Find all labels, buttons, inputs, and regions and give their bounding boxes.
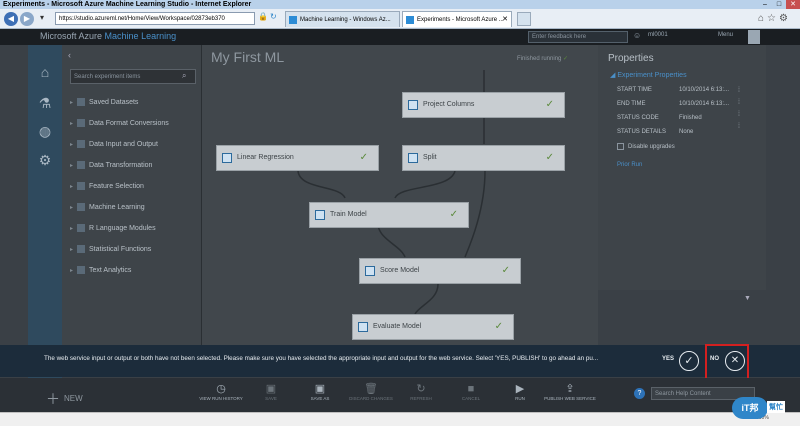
section-label: Experiment Properties [617,72,687,79]
cancel-button[interactable]: ■ CANCEL [444,382,498,401]
module-node-score-model[interactable]: Score Model ✓ [359,258,521,284]
module-icon [365,266,375,276]
check-icon: ✓ [501,265,510,276]
discard-changes-button[interactable]: 🗑 DISCARD CHANGES [344,382,398,401]
prior-run-link[interactable]: Prior Run [617,162,642,168]
view-run-history-button[interactable]: ◷ VIEW RUN HISTORY [194,382,248,401]
module-node-evaluate-model[interactable]: Evaluate Model ✓ [352,314,514,340]
check-icon: ✓ [545,152,554,163]
module-node-project-columns[interactable]: Project Columns ✓ [402,92,565,118]
module-icon [408,100,418,110]
node-label: Project Columns [423,101,475,108]
yes-label: YES [662,356,675,362]
module-node-train-model[interactable]: Train Model ✓ [309,202,469,228]
chevron-down-icon[interactable]: ▼ [744,295,751,302]
new-button[interactable]: ＋ NEW [46,389,83,409]
more-indicator-icons: ⁞ ⁞ ⁞ ⁞ [738,87,740,130]
module-icon [222,153,232,163]
check-icon: ✓ [545,99,554,110]
save-button[interactable]: ▣ SAVE [244,382,298,401]
command-label: PUBLISH WEB SERVICE [544,396,596,401]
command-label: SAVE AS [310,396,330,401]
command-label: SAVE [265,396,277,401]
check-icon: ✓ [494,321,503,332]
node-label: Train Model [330,211,367,218]
run-button[interactable]: ▶ RUN [493,382,547,401]
check-icon: ✓ [684,355,694,367]
module-icon [358,322,368,332]
check-icon: ✓ [449,209,458,220]
dialog-message: The web service input or output or both … [44,355,599,362]
edge-split-train [394,170,456,199]
refresh-icon: ↻ [416,383,426,395]
edge-train-score [377,224,406,258]
command-label: VIEW RUN HISTORY [199,396,243,401]
disable-upgrades-checkbox[interactable]: Disable upgrades [617,143,675,150]
node-label: Score Model [380,267,420,274]
experiment-properties-header[interactable]: ◢ Experiment Properties [610,71,687,79]
publish-web-service-button[interactable]: ⇪ PUBLISH WEB SERVICE [543,382,597,401]
ithome-logo: iT邦 [732,397,768,419]
new-label: NEW [64,394,83,404]
browser-status-bar [0,412,800,426]
check-icon: ✓ [359,152,368,163]
prop-value: 10/10/2014 6:13:... [679,101,730,107]
save-as-button[interactable]: ▣ SAVE AS [293,382,347,401]
command-label: REFRESH [410,396,432,401]
prop-key: START TIME [617,87,652,93]
module-node-split[interactable]: Split ✓ [402,145,565,171]
stop-icon: ■ [467,383,475,395]
refresh-button[interactable]: ↻ REFRESH [394,382,448,401]
command-label: DISCARD CHANGES [349,396,393,401]
node-label: Split [423,154,437,161]
module-icon [315,210,325,220]
plus-icon: ＋ [46,391,60,407]
right-gutter [766,45,800,345]
prop-value: Finished [679,115,702,121]
command-label: CANCEL [461,396,481,401]
disk-icon: ▣ [314,383,326,395]
edge-score-evaluate [414,283,439,315]
prop-key: END TIME [617,101,646,107]
prop-key: STATUS CODE [617,115,659,121]
ithome-logo-text: 幫忙 [767,401,785,413]
checkbox-label: Disable upgrades [628,144,675,151]
trash-icon: 🗑 [364,383,378,395]
yes-publish-button[interactable]: ✓ [679,351,699,371]
module-node-linear-regression[interactable]: Linear Regression ✓ [216,145,379,171]
play-icon: ▶ [515,383,525,395]
edge-linreg-train [297,170,346,199]
disk-icon: ▣ [265,383,277,395]
node-label: Linear Regression [237,154,294,161]
help-icon[interactable]: ? [634,388,645,399]
prop-value: 10/10/2014 6:13:... [679,87,730,93]
publish-icon: ⇪ [565,383,575,395]
clock-icon: ◷ [216,383,226,395]
prop-value: None [679,129,694,135]
prop-key: STATUS DETAILS [617,129,667,135]
command-label: RUN [515,396,525,401]
module-icon [408,153,418,163]
properties-title: Properties [608,53,654,64]
node-label: Evaluate Model [373,323,422,330]
highlight-box [705,344,749,380]
checkbox-icon[interactable] [617,143,624,150]
